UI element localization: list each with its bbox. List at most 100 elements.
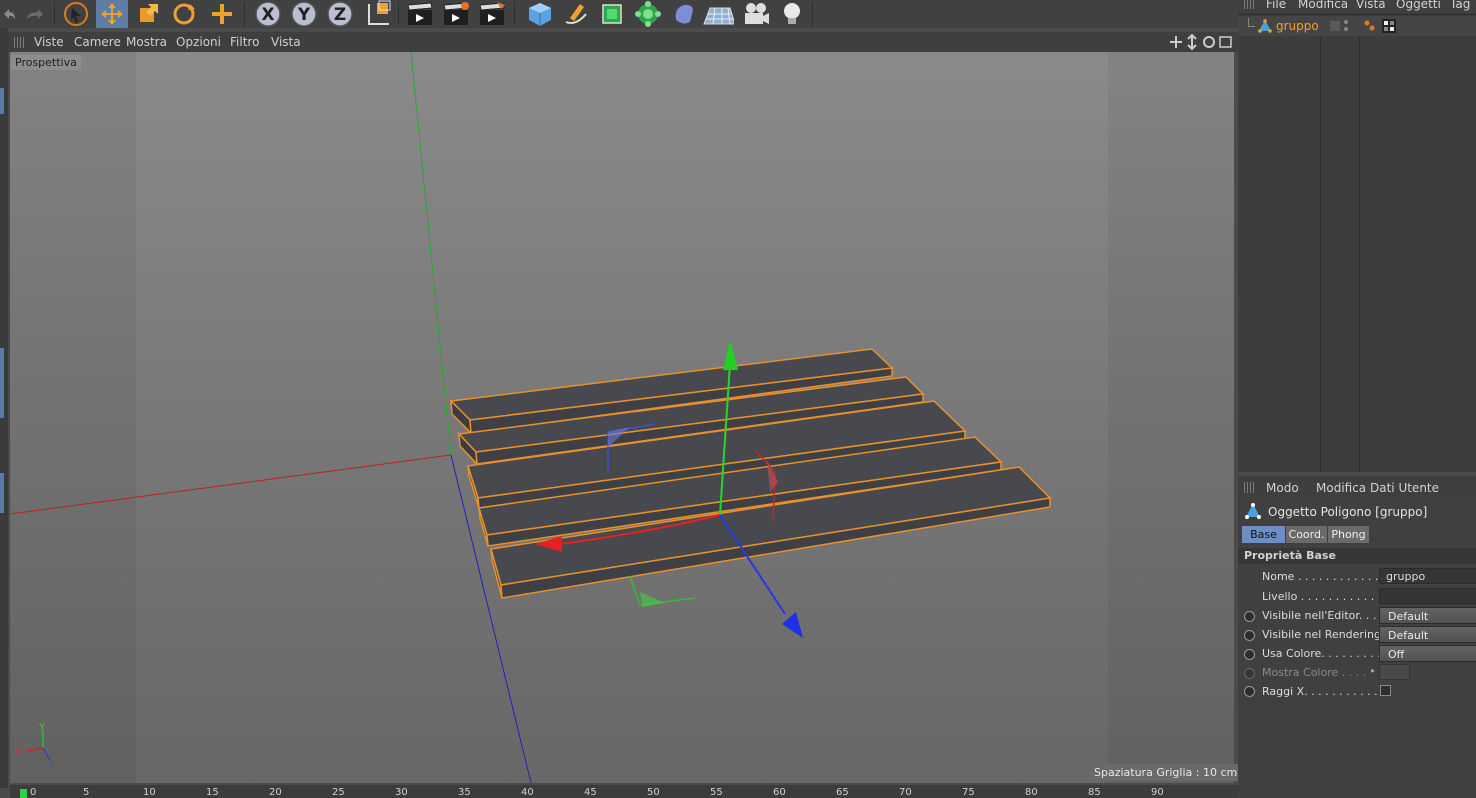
menu-modifica[interactable]: Modifica	[1298, 0, 1348, 11]
timeline-tick: 25	[332, 787, 345, 798]
world-y-axis	[410, 52, 452, 456]
usa-colore-label: Usa Colore. . . . . . . . . .	[1262, 647, 1388, 660]
polygon-object-icon	[1258, 19, 1272, 33]
livello-field[interactable]	[1379, 588, 1476, 604]
svg-text:Y: Y	[38, 722, 46, 733]
svg-text:Y: Y	[297, 5, 311, 25]
3d-viewport[interactable]: Y X Z	[10, 52, 1234, 783]
live-selection-icon[interactable]	[60, 0, 92, 28]
menu-modifica[interactable]: Modifica	[1316, 481, 1366, 495]
svg-text:Z: Z	[334, 5, 346, 25]
tab-coord[interactable]: Coord.	[1286, 526, 1327, 543]
menu-tag[interactable]: Tag	[1450, 0, 1470, 11]
polygon-object-icon	[1245, 503, 1261, 519]
rotate-icon[interactable]	[168, 0, 200, 28]
mostra-colore-radio	[1244, 668, 1255, 679]
y-axis-lock-icon[interactable]: Y	[288, 0, 320, 28]
menu-mostra[interactable]: Mostra	[126, 35, 167, 49]
cloner-icon[interactable]	[632, 0, 664, 28]
vis-render-dropdown[interactable]: Default	[1379, 626, 1476, 643]
menu-dati-utente[interactable]: Dati Utente	[1370, 481, 1439, 495]
menu-vista[interactable]: Vista	[1356, 0, 1386, 11]
timeline-tick: 45	[584, 787, 597, 798]
object-row-gruppo[interactable]: gruppo	[1238, 16, 1476, 36]
light-icon[interactable]	[776, 0, 808, 28]
scale-icon[interactable]	[132, 0, 164, 28]
vis-editor-label: Visibile nell'Editor. . . .	[1262, 609, 1384, 622]
raggi-x-label: Raggi X. . . . . . . . . . . . .	[1262, 685, 1392, 698]
render-visibility-dot[interactable]	[1344, 27, 1348, 31]
texture-tag-icon[interactable]	[1382, 19, 1396, 33]
create-object-icon[interactable]	[206, 0, 238, 28]
timeline-tick: 50	[647, 787, 660, 798]
cube-primitive-icon[interactable]	[524, 0, 556, 28]
render-settings-icon[interactable]	[476, 0, 508, 28]
tab-phong[interactable]: Phong	[1328, 526, 1369, 543]
vis-render-label: Visibile nel Rendering	[1262, 628, 1381, 641]
color-swatch[interactable]	[1379, 664, 1410, 680]
pen-spline-icon[interactable]	[560, 0, 592, 28]
floor-icon[interactable]	[702, 0, 734, 28]
timeline-tick: 10	[143, 787, 156, 798]
svg-text:Z: Z	[48, 760, 55, 771]
left-tool-palette	[0, 28, 8, 788]
timeline-tick: 75	[962, 787, 975, 798]
camera-icon[interactable]	[740, 0, 772, 28]
livello-label: Livello . . . . . . . . . . . . .	[1262, 590, 1389, 603]
object-name[interactable]: gruppo	[1276, 19, 1319, 33]
menu-modo[interactable]: Modo	[1266, 481, 1299, 495]
x-axis-lock-icon[interactable]: X	[252, 0, 284, 28]
z-axis-lock-icon[interactable]: Z	[324, 0, 356, 28]
usa-colore-dropdown[interactable]: Off	[1379, 645, 1476, 662]
attribute-manager: Modo Modifica Dati Utente Oggetto Poligo…	[1238, 476, 1476, 798]
nome-field[interactable]: gruppo	[1379, 568, 1476, 584]
timeline-tick: 35	[458, 787, 471, 798]
viewport-menu-bar: Viste Camere Mostra Opzioni Filtro Vista	[8, 32, 1238, 52]
view-label: Prospettiva	[11, 55, 81, 70]
raggi-x-checkbox[interactable]	[1380, 685, 1391, 696]
vis-editor-radio[interactable]	[1244, 611, 1255, 622]
vis-editor-dropdown[interactable]: Default	[1379, 607, 1476, 624]
tab-base[interactable]: Base	[1242, 526, 1285, 543]
timeline-tick: 90	[1151, 787, 1164, 798]
layer-icon[interactable]	[1330, 21, 1340, 31]
panel-grip-icon[interactable]	[1244, 482, 1255, 493]
coordinate-system-icon[interactable]	[362, 0, 394, 28]
subdivision-surface-icon[interactable]	[596, 0, 628, 28]
timeline-tick: 60	[773, 787, 786, 798]
move-icon[interactable]	[96, 0, 128, 28]
timeline-tick: 70	[899, 787, 912, 798]
main-toolbar: X Y Z	[0, 0, 1238, 28]
usa-colore-radio[interactable]	[1244, 649, 1255, 660]
svg-text:X: X	[15, 747, 22, 758]
menu-opzioni[interactable]: Opzioni	[176, 35, 221, 49]
object-manager-menu: File Modifica Vista Oggetti Tag	[1238, 0, 1476, 12]
timeline-playhead[interactable]	[20, 789, 27, 798]
phong-tag-icon[interactable]	[1364, 20, 1376, 32]
section-title: Proprietà Base	[1244, 549, 1336, 562]
deformer-icon[interactable]	[668, 0, 700, 28]
redo-icon[interactable]	[18, 0, 50, 28]
render-view-icon[interactable]	[404, 0, 436, 28]
expand-arrow-icon[interactable]: ▸	[1371, 666, 1375, 675]
menu-file[interactable]: File	[1266, 0, 1286, 11]
menu-oggetti[interactable]: Oggetti	[1396, 0, 1441, 11]
menu-camere[interactable]: Camere	[74, 35, 121, 49]
raggi-x-radio[interactable]	[1244, 686, 1255, 697]
timeline-tick: 65	[836, 787, 849, 798]
undo-icon[interactable]	[0, 0, 18, 28]
render-region-icon[interactable]	[440, 0, 472, 28]
viewport-scene: Y X Z	[10, 52, 1234, 783]
panel-grip-icon[interactable]	[1244, 0, 1255, 9]
panel-grip-icon[interactable]	[14, 37, 25, 48]
menu-viste[interactable]: Viste	[34, 35, 64, 49]
timeline-tick: 55	[710, 787, 723, 798]
timeline-ruler[interactable]: 0 5 10 15 20 25 30 35 40 45 50 55 60 65 …	[10, 785, 1238, 798]
menu-filtro[interactable]: Filtro	[230, 35, 259, 49]
editor-visibility-dot[interactable]	[1344, 20, 1348, 24]
timeline-tick: 0	[30, 787, 37, 798]
object-manager: File Modifica Vista Oggetti Tag gruppo	[1238, 0, 1476, 472]
vis-render-radio[interactable]	[1244, 630, 1255, 641]
viewport-navigation-icons[interactable]	[1168, 34, 1236, 50]
menu-vista[interactable]: Vista	[271, 35, 301, 49]
